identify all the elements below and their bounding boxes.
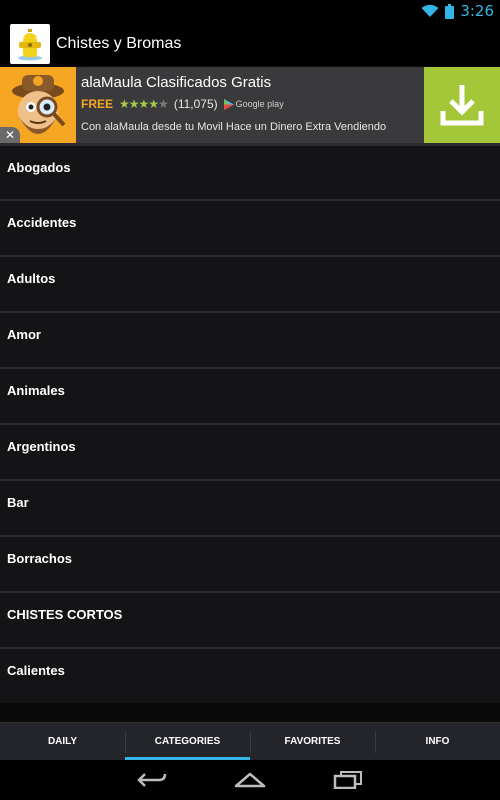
category-item[interactable]: Argentinos [0,423,500,479]
ad-title: alaMaula Clasificados Gratis [81,74,272,91]
google-play-icon [223,98,234,110]
category-label: Amor [7,327,41,342]
category-item[interactable]: Abogados [0,143,500,199]
category-label: Calientes [7,663,65,678]
system-nav-bar [0,760,500,800]
tab-favorites[interactable]: FAVORITES [250,723,375,760]
category-label: Accidentes [7,215,77,230]
star-icon: ★ [148,97,159,111]
ad-description: Con alaMaula desde tu Movil Hace un Dine… [81,121,387,133]
category-label: Adultos [7,271,56,286]
download-button[interactable] [424,67,500,143]
google-play-label: Google play [235,99,284,109]
category-item[interactable]: Bar [0,479,500,535]
category-label: Abogados [7,160,71,175]
star-icon: ★ [128,97,140,111]
category-label: Animales [7,383,65,398]
app-title: Chistes y Bromas [56,35,182,52]
category-label: Argentinos [7,439,76,454]
home-button[interactable] [230,767,270,793]
category-item[interactable]: Calientes [0,647,500,703]
status-bar: 3:26 [0,0,500,22]
ad-banner[interactable]: ✕ alaMaula Clasificados Gratis FREE ★★★★… [0,67,500,143]
category-item[interactable]: Animales [0,367,500,423]
category-item[interactable]: Adultos [0,255,500,311]
category-item[interactable]: Amor [0,311,500,367]
fire-hydrant-icon[interactable] [10,24,50,64]
category-label: Borrachos [7,551,73,566]
category-label: CHISTES CORTOS [7,607,123,622]
tab-bar: DAILY CATEGORIES FAVORITES INFO [0,722,500,760]
wifi-icon [421,4,439,18]
recent-apps-icon [333,771,362,789]
clock: 3:26 [460,2,494,20]
ad-rating-count: (11,075) [173,97,218,111]
category-item[interactable]: CHISTES CORTOS [0,591,500,647]
ad-rating-stars: ★★★★★ [119,97,169,111]
star-icon: ★ [138,97,150,111]
action-bar: Chistes y Bromas [0,22,500,66]
back-button[interactable] [132,767,172,793]
tab-daily[interactable]: DAILY [0,723,125,760]
google-play-badge: Google play [223,98,284,110]
tab-info[interactable]: INFO [375,723,500,760]
download-icon [440,85,484,126]
category-item[interactable]: Accidentes [0,199,500,255]
screen: 3:26 Chistes y Bromas ✕ alaMaula Clasifi… [0,0,500,800]
star-icon: ★ [158,97,169,111]
recent-apps-button[interactable] [328,767,368,793]
back-icon [137,773,167,787]
ad-price: FREE [81,97,114,111]
ad-close-button[interactable]: ✕ [0,127,20,143]
ad-meta: FREE ★★★★★ (11,075) Google play [81,97,424,111]
tab-categories[interactable]: CATEGORIES [125,723,250,760]
battery-icon [445,3,455,19]
category-item[interactable]: Borrachos [0,535,500,591]
ad-mascot-image[interactable]: ✕ [0,67,76,143]
ad-body[interactable]: alaMaula Clasificados Gratis FREE ★★★★★ … [76,67,424,143]
home-icon [234,772,266,788]
category-label: Bar [7,495,29,510]
category-list[interactable]: Abogados Accidentes Adultos Amor Animales Arg… [0,143,500,723]
star-icon: ★ [119,97,130,111]
